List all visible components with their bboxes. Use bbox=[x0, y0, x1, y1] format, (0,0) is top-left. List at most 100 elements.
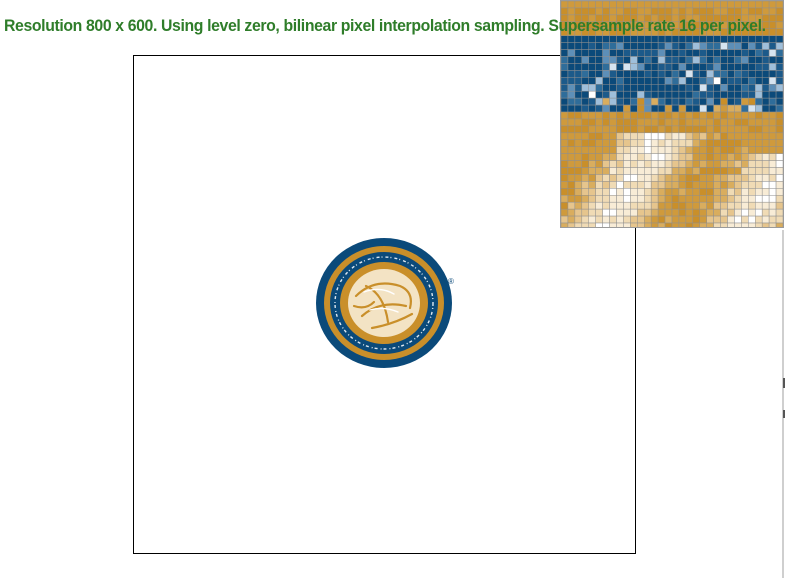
zoom-pixel-cell bbox=[706, 84, 714, 92]
zoom-pixel-cell bbox=[650, 97, 659, 106]
zoom-pixel-cell bbox=[713, 181, 721, 189]
zoom-pixel-cell bbox=[685, 35, 694, 43]
zoom-pixel-cell bbox=[609, 174, 617, 182]
zoom-pixel-cell bbox=[609, 118, 617, 127]
zoom-pixel-cell bbox=[741, 146, 749, 154]
zoom-pixel-cell bbox=[713, 153, 721, 161]
zoom-pixel-cell bbox=[595, 77, 603, 85]
zoom-pixel-cell bbox=[650, 118, 659, 127]
zoom-pixel-cell bbox=[657, 160, 666, 168]
zoom-pixel-cell bbox=[637, 63, 645, 71]
zoom-pixel-cell bbox=[664, 63, 673, 71]
zoom-pixel-cell bbox=[630, 118, 638, 127]
zoom-pixel-cell bbox=[644, 84, 652, 92]
zoom-pixel-cell bbox=[761, 208, 770, 217]
zoom-pixel-cell bbox=[574, 188, 583, 196]
zoom-pixel-cell bbox=[727, 195, 735, 203]
zoom-pixel-cell bbox=[616, 104, 624, 113]
zoom-pixel-cell bbox=[595, 201, 603, 210]
zoom-pixel-cell bbox=[609, 77, 617, 85]
zoom-pixel-cell bbox=[692, 160, 700, 168]
zoom-pixel-cell bbox=[602, 49, 610, 57]
zoom-pixel-cell bbox=[616, 111, 624, 120]
zoom-pixel-cell bbox=[588, 160, 596, 168]
zoom-pixel-cell bbox=[678, 118, 687, 127]
zoom-pixel-cell bbox=[616, 42, 624, 50]
zoom-pixel-cell bbox=[644, 118, 652, 127]
zoom-pixel-cell bbox=[734, 42, 742, 50]
zoom-pixel-cell bbox=[761, 181, 770, 189]
zoom-pixel-cell bbox=[644, 90, 652, 99]
zoom-pixel-cell bbox=[685, 215, 694, 224]
zoom-pixel-cell bbox=[574, 84, 583, 92]
zoom-pixel-cell bbox=[727, 49, 735, 57]
zoom-pixel-cell bbox=[595, 195, 603, 203]
zoom-pixel-cell bbox=[671, 49, 680, 57]
zoom-pixel-cell bbox=[630, 195, 638, 203]
zoom-pixel-cell bbox=[588, 222, 596, 227]
zoom-pixel-cell bbox=[706, 90, 714, 99]
zoom-pixel-cell bbox=[755, 146, 763, 154]
zoom-pixel-cell bbox=[748, 42, 756, 50]
zoom-pixel-cell bbox=[761, 90, 770, 99]
zoom-pixel-cell bbox=[657, 49, 666, 57]
zoom-pixel-cell bbox=[630, 153, 638, 161]
zoom-pixel-cell bbox=[768, 188, 777, 196]
zoom-pixel-cell bbox=[741, 63, 749, 71]
zoom-pixel-cell bbox=[664, 201, 673, 210]
zoom-pixel-cell bbox=[741, 174, 749, 182]
zoom-pixel-cell bbox=[664, 84, 673, 92]
zoom-pixel-cell bbox=[581, 104, 589, 113]
zoom-pixel-cell bbox=[657, 7, 666, 16]
zoom-pixel-cell bbox=[588, 7, 596, 16]
zoom-pixel-cell bbox=[588, 195, 596, 203]
zoom-pixel-cell bbox=[588, 153, 596, 161]
zoom-pixel-cell bbox=[609, 195, 617, 203]
zoom-pixel-cell bbox=[630, 125, 638, 134]
zoom-pixel-cell bbox=[657, 181, 666, 189]
zoom-pixel-cell bbox=[561, 42, 569, 50]
zoom-pixel-cell bbox=[616, 139, 624, 147]
zoom-pixel-cell bbox=[567, 97, 576, 106]
zoom-pixel-cell bbox=[664, 188, 673, 196]
zoom-pixel-cell bbox=[644, 56, 652, 64]
zoom-pixel-cell bbox=[671, 153, 680, 161]
zoom-pixel-cell bbox=[602, 77, 610, 85]
zoom-pixel-cell bbox=[755, 160, 763, 168]
zoom-pixel-cell bbox=[567, 42, 576, 50]
zoom-pixel-cell bbox=[637, 35, 645, 43]
zoom-pixel-cell bbox=[567, 208, 576, 217]
zoom-pixel-cell bbox=[581, 1, 589, 9]
zoom-pixel-cell bbox=[713, 97, 721, 106]
zoom-pixel-cell bbox=[595, 7, 603, 16]
zoom-pixel-cell bbox=[595, 160, 603, 168]
zoom-pixel-cell bbox=[755, 35, 763, 43]
zoom-pixel-cell bbox=[561, 188, 569, 196]
zoom-pixel-cell bbox=[650, 139, 659, 147]
zoom-pixel-cell bbox=[768, 63, 777, 71]
zoom-pixel-cell bbox=[678, 201, 687, 210]
zoom-pixel-cell bbox=[595, 139, 603, 147]
zoom-pixel-cell bbox=[650, 181, 659, 189]
zoom-pixel-cell bbox=[637, 153, 645, 161]
zoom-pixel-cell bbox=[755, 1, 763, 9]
zoom-pixel-cell bbox=[623, 153, 631, 161]
zoom-pixel-cell bbox=[748, 153, 756, 161]
zoom-pixel-cell bbox=[595, 42, 603, 50]
zoom-pixel-cell bbox=[685, 111, 694, 120]
zoom-pixel-cell bbox=[567, 160, 576, 168]
zoom-pixel-cell bbox=[755, 222, 763, 227]
zoom-pixel-cell bbox=[713, 63, 721, 71]
zoom-pixel-cell bbox=[650, 90, 659, 99]
zoom-pixel-cell bbox=[588, 97, 596, 106]
zoom-pixel-cell bbox=[637, 146, 645, 154]
zoom-pixel-cell bbox=[637, 90, 645, 99]
zoom-pixel-cell bbox=[637, 1, 645, 9]
zoom-pixel-cell bbox=[706, 222, 714, 227]
zoom-pixel-cell bbox=[720, 118, 728, 127]
zoom-pixel-cell bbox=[692, 188, 700, 196]
zoom-pixel-cell bbox=[678, 70, 687, 78]
zoom-pixel-cell bbox=[650, 7, 659, 16]
zoom-pixel-cell bbox=[699, 1, 707, 9]
zoom-pixel-cell bbox=[734, 104, 742, 113]
